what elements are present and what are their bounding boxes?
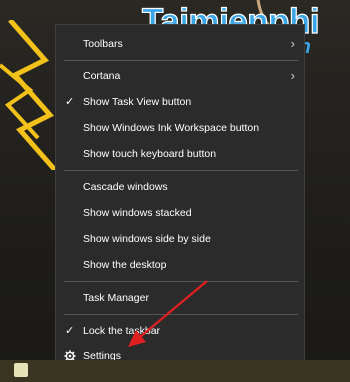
annotation-arrow-icon	[128, 280, 208, 347]
